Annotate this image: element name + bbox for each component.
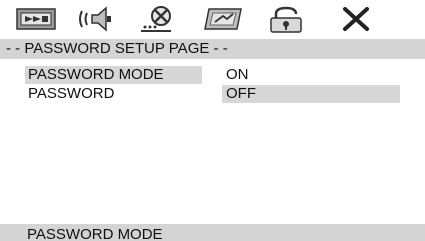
menu-row-password-mode[interactable]: PASSWORD MODE ON (0, 66, 425, 84)
tab-general-setup[interactable] (14, 4, 58, 34)
menu-label-password-mode[interactable]: PASSWORD MODE (25, 66, 202, 84)
menu-option-off[interactable]: OFF (222, 85, 400, 103)
preference-icon (204, 8, 242, 30)
tab-audio-setup[interactable] (74, 4, 118, 34)
status-bar: PASSWORD MODE (0, 224, 425, 241)
setup-screen: - - PASSWORD SETUP PAGE - - PASSWORD MOD… (0, 0, 425, 241)
close-icon (343, 7, 369, 31)
lock-icon (270, 6, 302, 33)
menu-option-on[interactable]: ON (222, 66, 400, 84)
tab-password-setup[interactable] (264, 4, 308, 34)
speaker-icon (79, 6, 111, 32)
page-title: - - PASSWORD SETUP PAGE - - (0, 39, 425, 59)
tab-exit-setup[interactable] (334, 4, 378, 34)
menu-row-password[interactable]: PASSWORD OFF (0, 85, 425, 103)
tab-dolby-setup[interactable] (135, 4, 179, 34)
dolby-icon (141, 6, 171, 32)
general-setup-icon (16, 8, 56, 30)
setup-tab-bar (0, 0, 425, 36)
menu-label-password[interactable]: PASSWORD (25, 85, 202, 103)
tab-preference-setup[interactable] (201, 4, 245, 34)
